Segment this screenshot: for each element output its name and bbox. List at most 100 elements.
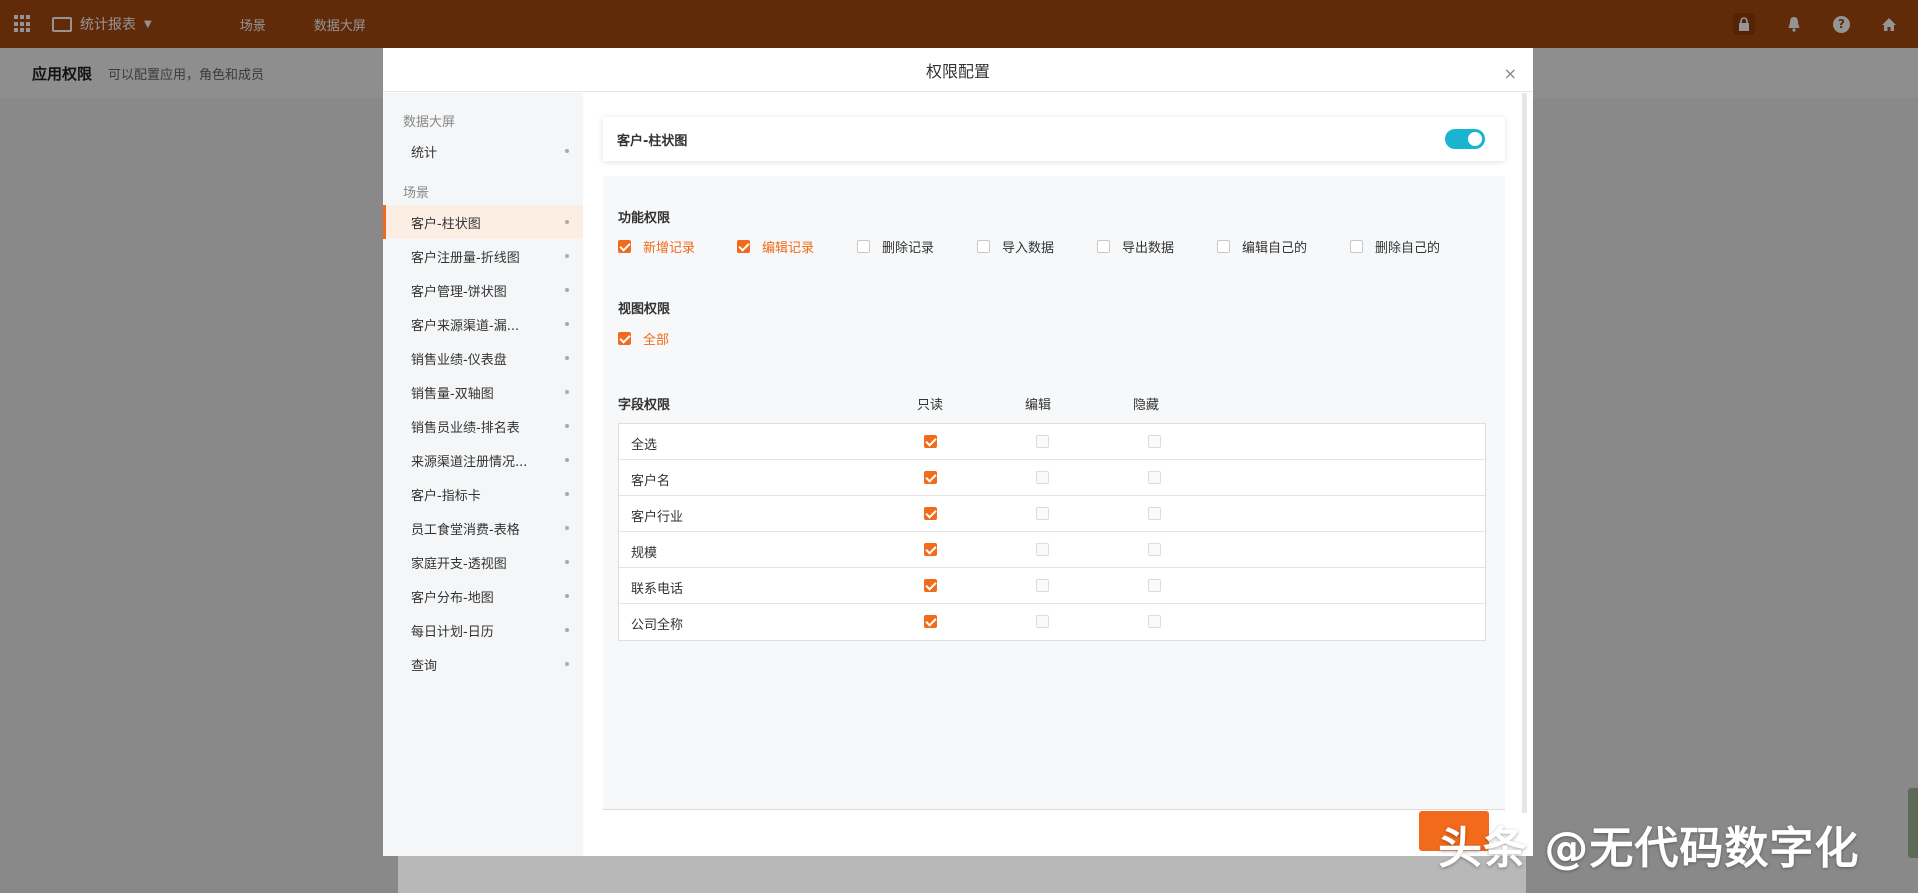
sidebar-item-family-pivot[interactable]: 家庭开支-透视图	[383, 545, 583, 579]
sidebar-item-label: 家庭开支-透视图	[411, 556, 507, 572]
sidebar-item-sales-gauge[interactable]: 销售业绩-仪表盘	[383, 341, 583, 375]
scene-card-header: 客户-柱状图	[603, 117, 1505, 161]
dot-icon	[565, 390, 569, 394]
hide-checkbox[interactable]	[1148, 471, 1161, 484]
edit-checkbox[interactable]	[1036, 435, 1049, 448]
sidebar-item-label: 客户分布-地图	[411, 590, 494, 606]
sidebar-item-label: 客户-指标卡	[411, 488, 481, 504]
sidebar-item-customer-map[interactable]: 客户分布-地图	[383, 579, 583, 613]
checkbox-empty-icon	[1097, 240, 1110, 253]
field-perm-title: 字段权限	[618, 398, 671, 413]
hide-checkbox[interactable]	[1148, 435, 1161, 448]
field-name: 全选	[631, 438, 658, 453]
hide-checkbox[interactable]	[1148, 543, 1161, 556]
dot-icon	[565, 424, 569, 428]
sidebar-item-source-funnel[interactable]: 客户来源渠道-漏...	[383, 307, 583, 341]
sidebar-item-label: 销售业绩-仪表盘	[411, 352, 507, 368]
checkbox-delete-own[interactable]: 删除自己的	[1350, 237, 1440, 256]
checkbox-empty-icon	[1217, 240, 1230, 253]
hide-checkbox[interactable]	[1148, 507, 1161, 520]
enable-toggle[interactable]	[1445, 129, 1485, 149]
sidebar-item-label: 每日计划-日历	[411, 624, 494, 640]
permission-settings: 功能权限 新增记录 编辑记录 删除记录 导入数据 导出数据 编辑自己的 删除自己…	[603, 176, 1505, 810]
scene-sidebar: 数据大屏 统计 场景 客户-柱状图 客户注册量-折线图 客户管理-饼状图 客户来…	[383, 93, 583, 856]
readonly-checkbox[interactable]	[924, 615, 937, 628]
sidebar-item-customer-bar[interactable]: 客户-柱状图	[383, 205, 583, 239]
edit-checkbox[interactable]	[1036, 507, 1049, 520]
checkbox-checked-icon	[737, 240, 750, 253]
sidebar-item-label: 员工食堂消费-表格	[411, 522, 520, 538]
dot-icon	[565, 526, 569, 530]
checkbox-label: 编辑记录	[762, 241, 815, 256]
checkbox-view-all[interactable]: 全部	[618, 329, 669, 348]
column-header-hide: 隐藏	[1133, 398, 1160, 413]
checkbox-add-record[interactable]: 新增记录	[618, 237, 737, 256]
sidebar-item-stat[interactable]: 统计	[383, 134, 583, 168]
readonly-checkbox[interactable]	[924, 507, 937, 520]
close-icon[interactable]: ×	[1504, 66, 1517, 82]
hide-checkbox[interactable]	[1148, 615, 1161, 628]
sidebar-item-sales-ranking[interactable]: 销售员业绩-排名表	[383, 409, 583, 443]
edit-checkbox[interactable]	[1036, 579, 1049, 592]
sidebar-item-register-line[interactable]: 客户注册量-折线图	[383, 239, 583, 273]
table-row: 客户名	[619, 460, 1485, 496]
dot-icon	[565, 628, 569, 632]
background-panel	[398, 850, 1526, 893]
sidebar-item-label: 查询	[411, 658, 438, 674]
column-header-readonly: 只读	[917, 398, 944, 413]
checkbox-empty-icon	[1350, 240, 1363, 253]
dot-icon	[565, 458, 569, 462]
group-title-data-screen: 数据大屏	[403, 115, 456, 130]
field-name: 客户行业	[631, 510, 684, 525]
dot-icon	[565, 322, 569, 326]
watermark: 头条 @无代码数字化	[1438, 823, 1860, 874]
table-row: 全选	[619, 424, 1485, 460]
table-row: 公司全称	[619, 604, 1485, 640]
readonly-checkbox[interactable]	[924, 543, 937, 556]
sidebar-item-query[interactable]: 查询	[383, 647, 583, 681]
checkbox-edit-record[interactable]: 编辑记录	[737, 237, 857, 256]
checkbox-edit-own[interactable]: 编辑自己的	[1217, 237, 1350, 256]
dot-icon	[565, 492, 569, 496]
checkbox-label: 删除记录	[882, 241, 935, 256]
checkbox-label: 删除自己的	[1375, 241, 1441, 256]
sidebar-item-label: 客户-柱状图	[411, 216, 481, 232]
checkbox-import-data[interactable]: 导入数据	[977, 237, 1097, 256]
edit-checkbox[interactable]	[1036, 543, 1049, 556]
checkbox-checked-icon	[618, 332, 631, 345]
dot-icon	[565, 254, 569, 258]
checkbox-label: 导入数据	[1002, 241, 1055, 256]
checkbox-label: 导出数据	[1122, 241, 1175, 256]
sidebar-item-customer-pie[interactable]: 客户管理-饼状图	[383, 273, 583, 307]
function-perm-title: 功能权限	[618, 211, 671, 226]
sidebar-item-label: 销售量-双轴图	[411, 386, 494, 402]
table-row: 联系电话	[619, 568, 1485, 604]
scene-card-title: 客户-柱状图	[617, 133, 688, 149]
readonly-checkbox[interactable]	[924, 471, 937, 484]
sidebar-item-customer-kpi[interactable]: 客户-指标卡	[383, 477, 583, 511]
scrollbar[interactable]	[1522, 93, 1527, 813]
sidebar-item-canteen-table[interactable]: 员工食堂消费-表格	[383, 511, 583, 545]
edit-checkbox[interactable]	[1036, 615, 1049, 628]
field-name: 公司全称	[631, 618, 684, 633]
sidebar-item-label: 客户管理-饼状图	[411, 284, 507, 300]
checkbox-delete-record[interactable]: 删除记录	[857, 237, 977, 256]
dot-icon	[565, 356, 569, 360]
sidebar-item-label: 统计	[411, 145, 438, 161]
dot-icon	[565, 662, 569, 666]
sidebar-item-source-register[interactable]: 来源渠道注册情况...	[383, 443, 583, 477]
readonly-checkbox[interactable]	[924, 435, 937, 448]
sidebar-item-sales-dual-axis[interactable]: 销售量-双轴图	[383, 375, 583, 409]
edge-widget	[1908, 788, 1918, 858]
checkbox-empty-icon	[857, 240, 870, 253]
sidebar-item-label: 销售员业绩-排名表	[411, 420, 520, 436]
permission-content: 客户-柱状图 功能权限 新增记录 编辑记录 删除记录 导入数据 导出数据 编辑自…	[583, 93, 1533, 856]
edit-checkbox[interactable]	[1036, 471, 1049, 484]
field-name: 联系电话	[631, 582, 684, 597]
hide-checkbox[interactable]	[1148, 579, 1161, 592]
readonly-checkbox[interactable]	[924, 579, 937, 592]
dialog-header: 权限配置 ×	[383, 48, 1533, 92]
checkbox-export-data[interactable]: 导出数据	[1097, 237, 1217, 256]
sidebar-item-daily-calendar[interactable]: 每日计划-日历	[383, 613, 583, 647]
checkbox-empty-icon	[977, 240, 990, 253]
